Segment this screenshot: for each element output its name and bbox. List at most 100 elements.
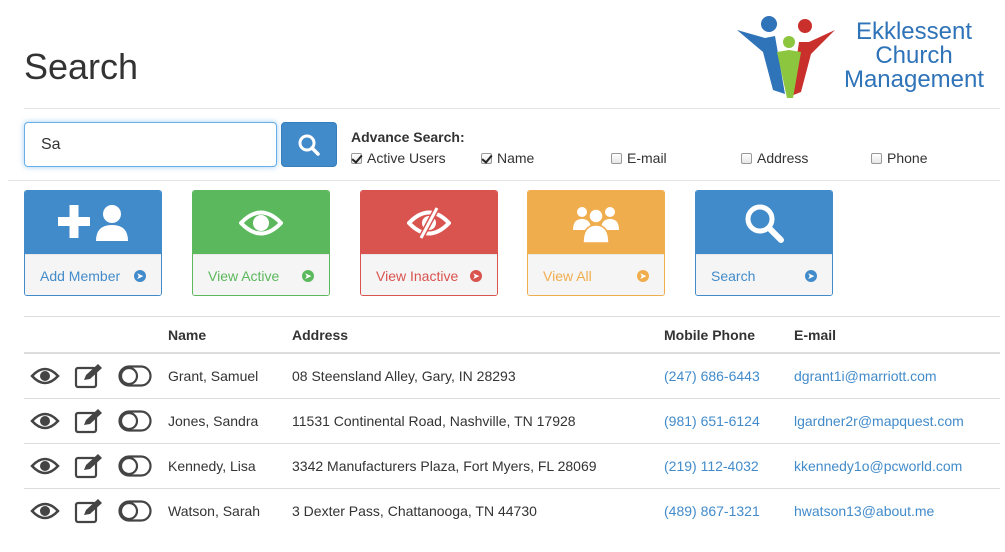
results-table: Name Address Mobile Phone E-mail Grant, … xyxy=(24,317,1000,533)
toggle-status-button[interactable] xyxy=(118,500,152,522)
arrow-circle-right-icon: ➤ xyxy=(302,270,314,282)
users-icon xyxy=(573,206,619,244)
cell-email: kkennedy1o@pcworld.com xyxy=(794,442,1000,488)
table-row: Watson, Sarah 3 Dexter Pass, Chattanooga,… xyxy=(24,487,1000,533)
checkbox-label: Name xyxy=(497,150,535,166)
cell-email: lgardner2r@mapquest.com xyxy=(794,397,1000,443)
view-all-tile[interactable]: View All ➤ xyxy=(527,190,665,296)
phone-link[interactable]: (219) 112-4032 xyxy=(664,458,759,474)
email-link[interactable]: lgardner2r@mapquest.com xyxy=(794,413,964,429)
eye-slash-icon xyxy=(407,206,451,239)
tile-label: Search xyxy=(711,268,756,284)
checkbox-label: Active Users xyxy=(367,150,446,166)
view-button[interactable] xyxy=(30,366,60,386)
eye-icon xyxy=(30,367,60,384)
search-input[interactable] xyxy=(24,122,277,167)
header-mobile-phone: Mobile Phone xyxy=(664,317,794,354)
logo: Ekklessent Church Management xyxy=(735,12,995,100)
header-actions xyxy=(24,317,168,354)
checkbox[interactable] xyxy=(611,152,622,164)
search-icon xyxy=(745,204,784,243)
search-button[interactable] xyxy=(281,122,337,167)
checkbox-active-users[interactable]: Active Users xyxy=(351,150,446,166)
toggle-off-icon xyxy=(118,500,152,522)
edit-button[interactable] xyxy=(74,498,104,524)
checkbox-label: Address xyxy=(757,150,809,166)
logo-line-3: Management xyxy=(843,66,985,93)
cell-name: Watson, Sarah xyxy=(168,487,292,533)
checkbox[interactable] xyxy=(481,152,492,164)
table-row: Jones, Sandra 11531 Continental Road, Nas… xyxy=(24,397,1000,443)
eye-icon xyxy=(30,457,60,474)
email-link[interactable]: hwatson13@about.me xyxy=(794,503,934,519)
checkbox-email[interactable]: E-mail xyxy=(611,150,667,166)
tile-label: View Active xyxy=(208,268,280,284)
edit-button[interactable] xyxy=(74,363,104,389)
view-button[interactable] xyxy=(30,501,60,521)
advance-search-label: Advance Search: xyxy=(351,129,465,145)
view-button[interactable] xyxy=(30,411,60,431)
cell-email: hwatson13@about.me xyxy=(794,487,1000,533)
edit-button[interactable] xyxy=(74,453,104,479)
logo-line-1: Ekklessent xyxy=(855,18,973,45)
checkbox[interactable] xyxy=(351,152,362,164)
cell-address: 3 Dexter Pass, Chattanooga, TN 44730 xyxy=(292,487,664,533)
search-tile[interactable]: Search ➤ xyxy=(695,190,833,296)
view-active-tile[interactable]: View Active ➤ xyxy=(192,190,330,296)
cell-name: Kennedy, Lisa xyxy=(168,442,292,488)
divider xyxy=(8,180,1000,181)
cell-phone: (981) 651-6124 xyxy=(664,397,794,443)
checkbox[interactable] xyxy=(741,152,752,164)
cell-address: 11531 Continental Road, Nashville, TN 17… xyxy=(292,397,664,443)
logo-line-2: Church xyxy=(875,42,953,69)
arrow-circle-right-icon: ➤ xyxy=(470,270,482,282)
view-button[interactable] xyxy=(30,456,60,476)
checkbox-name[interactable]: Name xyxy=(481,150,534,166)
toggle-off-icon xyxy=(118,409,152,432)
email-link[interactable]: dgrant1i@marriott.com xyxy=(794,368,937,384)
add-member-tile[interactable]: Add Member ➤ xyxy=(24,190,162,296)
toggle-status-button[interactable] xyxy=(118,409,152,432)
edit-icon xyxy=(74,498,102,523)
checkbox-address[interactable]: Address xyxy=(741,150,808,166)
cell-phone: (489) 867-1321 xyxy=(664,487,794,533)
edit-icon xyxy=(74,453,102,478)
user-plus-icon xyxy=(58,204,128,241)
eye-icon xyxy=(30,502,60,519)
toggle-off-icon xyxy=(118,454,152,477)
header-address: Address xyxy=(292,317,664,354)
phone-link[interactable]: (981) 651-6124 xyxy=(664,413,760,429)
tile-label: View Inactive xyxy=(376,268,459,284)
cell-phone: (247) 686-6443 xyxy=(664,353,794,398)
arrow-circle-right-icon: ➤ xyxy=(805,270,817,282)
table-row: Kennedy, Lisa 3342 Manufacturers Plaza, F… xyxy=(24,442,1000,488)
phone-link[interactable]: (489) 867-1321 xyxy=(664,503,760,519)
checkbox-label: E-mail xyxy=(627,150,667,166)
tile-label: Add Member xyxy=(40,268,121,284)
edit-button[interactable] xyxy=(74,408,104,434)
edit-icon xyxy=(74,408,102,433)
cell-email: dgrant1i@marriott.com xyxy=(794,353,1000,398)
arrow-circle-right-icon: ➤ xyxy=(637,270,649,282)
divider xyxy=(24,108,1000,109)
checkbox-phone[interactable]: Phone xyxy=(871,150,927,166)
row-actions xyxy=(24,442,168,488)
cell-address: 3342 Manufacturers Plaza, Fort Myers, FL… xyxy=(292,442,664,488)
tile-label: View All xyxy=(543,268,592,284)
toggle-status-button[interactable] xyxy=(118,365,152,387)
header-name: Name xyxy=(168,317,292,354)
edit-icon xyxy=(74,363,102,388)
page-title: Search xyxy=(24,46,139,87)
checkbox-label: Phone xyxy=(887,150,928,166)
view-inactive-tile[interactable]: View Inactive ➤ xyxy=(360,190,498,296)
checkbox[interactable] xyxy=(871,152,882,164)
row-actions xyxy=(24,353,168,398)
email-link[interactable]: kkennedy1o@pcworld.com xyxy=(794,458,962,474)
toggle-status-button[interactable] xyxy=(118,454,152,477)
logo-text: Ekklessent Church Management xyxy=(839,20,989,92)
search-icon xyxy=(298,134,320,156)
header-email: E-mail xyxy=(794,317,1000,354)
cell-name: Jones, Sandra xyxy=(168,397,292,443)
cell-address: 08 Steensland Alley, Gary, IN 28293 xyxy=(292,367,516,384)
phone-link[interactable]: (247) 686-6443 xyxy=(664,368,760,384)
